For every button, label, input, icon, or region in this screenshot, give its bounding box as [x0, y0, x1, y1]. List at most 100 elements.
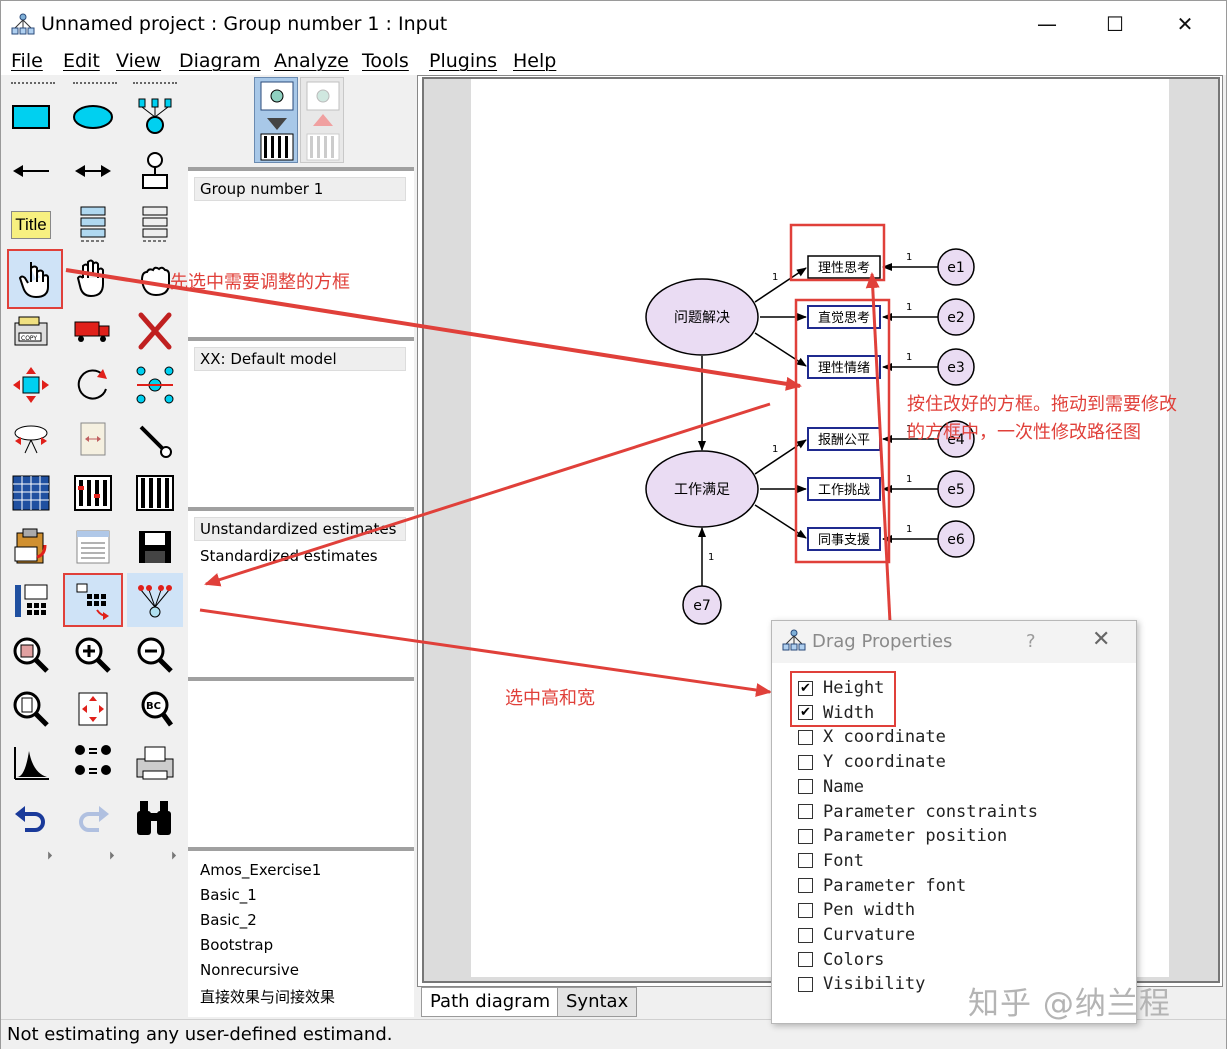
view-page-tool[interactable]	[9, 687, 53, 731]
height-checkbox[interactable]: ✔	[798, 680, 813, 696]
name-checkbox[interactable]	[798, 779, 813, 795]
visibility-checkbox[interactable]	[798, 976, 813, 992]
menu-plugins[interactable]: Plugins	[429, 50, 497, 72]
x-coordinate-checkbox[interactable]	[798, 729, 813, 745]
drag-properties-tool[interactable]	[63, 573, 123, 627]
dialog-help-button[interactable]: ?	[1026, 631, 1036, 652]
font-checkbox[interactable]	[798, 853, 813, 869]
annotation-step2-line2: 的方框中，一次性修改路径图	[907, 422, 1141, 443]
copy-to-clipboard-tool[interactable]	[9, 525, 53, 569]
dialog-close-button[interactable]: ✕	[1092, 627, 1110, 652]
reflect-indicators-tool[interactable]	[133, 363, 177, 407]
pen-width-checkbox[interactable]	[798, 902, 813, 918]
view-output-diagram-button[interactable]	[300, 77, 344, 163]
figure-caption-tool[interactable]: Title	[9, 203, 53, 247]
option-name[interactable]: Name	[798, 776, 864, 798]
select-one-object-tool[interactable]	[7, 249, 63, 309]
parameter-constraints-checkbox[interactable]	[798, 804, 813, 819]
model-item[interactable]: XX: Default model	[194, 347, 406, 371]
groups-pane: Group number 1	[188, 171, 414, 337]
erase-objects-tool[interactable]	[133, 309, 177, 353]
move-objects-tool[interactable]	[71, 309, 115, 353]
option-x-coordinate[interactable]: X coordinate	[798, 726, 946, 748]
loupe-tool[interactable]: BC	[133, 687, 177, 731]
menu-analyze[interactable]: Analyze	[274, 50, 349, 72]
move-parameters-tool[interactable]	[9, 417, 53, 461]
toolbox-scroll-icon[interactable]: ⏵	[47, 849, 53, 863]
undo-tool[interactable]	[9, 795, 53, 839]
menu-diagram[interactable]: Diagram	[179, 50, 261, 72]
option-width[interactable]: ✔ Width	[798, 702, 874, 724]
save-diagram-tool[interactable]	[133, 525, 177, 569]
add-unique-variable-tool[interactable]	[133, 149, 177, 193]
estimates-item-standardized[interactable]: Standardized estimates	[200, 547, 378, 565]
draw-unobserved-variable-tool[interactable]	[71, 95, 115, 139]
zoom-in-tool[interactable]	[71, 633, 115, 677]
parameter-position-checkbox[interactable]	[798, 828, 813, 844]
view-input-diagram-button[interactable]	[254, 77, 298, 163]
touch-up-tool[interactable]	[133, 417, 177, 461]
zoom-select-tool[interactable]	[9, 633, 53, 677]
file-item[interactable]: Amos_Exercise1	[200, 861, 321, 879]
option-height[interactable]: ✔ Height	[798, 677, 884, 699]
zoom-out-tool[interactable]	[133, 633, 177, 677]
list-variables-dataset-tool[interactable]	[133, 203, 177, 247]
file-item[interactable]: 直接效果与间接效果	[200, 986, 335, 1007]
specification-search-tool[interactable]	[133, 795, 177, 839]
estimates-item-unstandardized[interactable]: Unstandardized estimates	[194, 517, 406, 541]
parameter-font-checkbox[interactable]	[798, 878, 813, 894]
minimize-button[interactable]: —	[1023, 9, 1071, 39]
preserve-symmetries-tool[interactable]	[127, 573, 183, 627]
menu-tools[interactable]: Tools	[362, 50, 409, 72]
draw-covariance-tool[interactable]	[71, 149, 115, 193]
maximize-button[interactable]: ☐	[1091, 9, 1139, 39]
object-properties-tool[interactable]	[9, 579, 53, 623]
y-coordinate-checkbox[interactable]	[798, 754, 813, 770]
menu-help[interactable]: Help	[513, 50, 556, 72]
draw-observed-variable-tool[interactable]	[9, 95, 53, 139]
select-all-objects-tool[interactable]	[71, 257, 115, 301]
menu-edit[interactable]: Edit	[63, 50, 100, 72]
menu-file[interactable]: File	[11, 50, 43, 72]
toolbox-scroll-icon[interactable]: ⏵	[171, 849, 177, 863]
option-font[interactable]: Font	[798, 850, 864, 872]
analysis-properties-tool[interactable]	[71, 471, 115, 515]
select-data-files-tool[interactable]	[9, 471, 53, 515]
redo-tool[interactable]	[71, 795, 115, 839]
colors-checkbox[interactable]	[798, 952, 813, 968]
option-curvature[interactable]: Curvature	[798, 924, 915, 946]
option-visibility[interactable]: Visibility	[798, 973, 925, 995]
print-diagram-tool[interactable]	[133, 741, 177, 785]
file-item[interactable]: Nonrecursive	[200, 961, 299, 979]
option-parameter-position[interactable]: Parameter position	[798, 825, 1007, 847]
pen-width-label: Pen width	[823, 900, 916, 921]
close-button[interactable]: ✕	[1161, 9, 1209, 39]
bayesian-estimation-tool[interactable]	[9, 741, 53, 785]
toolbox-scroll-icon[interactable]: ⏵	[109, 849, 115, 863]
file-item[interactable]: Bootstrap	[200, 936, 273, 954]
option-colors[interactable]: Colors	[798, 949, 884, 971]
multiple-group-analysis-tool[interactable]	[71, 741, 115, 785]
scroll-diagram-tool[interactable]	[71, 417, 115, 461]
fit-to-page-tool[interactable]	[71, 687, 115, 731]
option-parameter-font[interactable]: Parameter font	[798, 875, 966, 897]
option-y-coordinate[interactable]: Y coordinate	[798, 751, 946, 773]
option-pen-width[interactable]: Pen width	[798, 899, 915, 921]
change-shape-tool[interactable]	[9, 363, 53, 407]
duplicate-objects-tool[interactable]: COPY	[9, 309, 53, 353]
group-item[interactable]: Group number 1	[194, 177, 406, 201]
draw-latent-indicator-tool[interactable]	[133, 95, 177, 139]
file-item[interactable]: Basic_2	[200, 911, 257, 929]
file-item[interactable]: Basic_1	[200, 886, 257, 904]
tab-path-diagram[interactable]: Path diagram	[421, 987, 560, 1017]
menu-view[interactable]: View	[116, 50, 161, 72]
calculate-estimates-tool[interactable]	[133, 471, 177, 515]
tab-syntax[interactable]: Syntax	[557, 987, 638, 1017]
option-parameter-constraints[interactable]: Parameter constraints	[798, 801, 1038, 823]
rotate-indicators-tool[interactable]	[71, 363, 115, 407]
view-text-output-tool[interactable]	[71, 525, 115, 569]
draw-path-tool[interactable]	[9, 149, 53, 193]
width-checkbox[interactable]: ✔	[798, 705, 813, 721]
curvature-checkbox[interactable]	[798, 927, 813, 943]
list-variables-model-tool[interactable]	[71, 203, 115, 247]
